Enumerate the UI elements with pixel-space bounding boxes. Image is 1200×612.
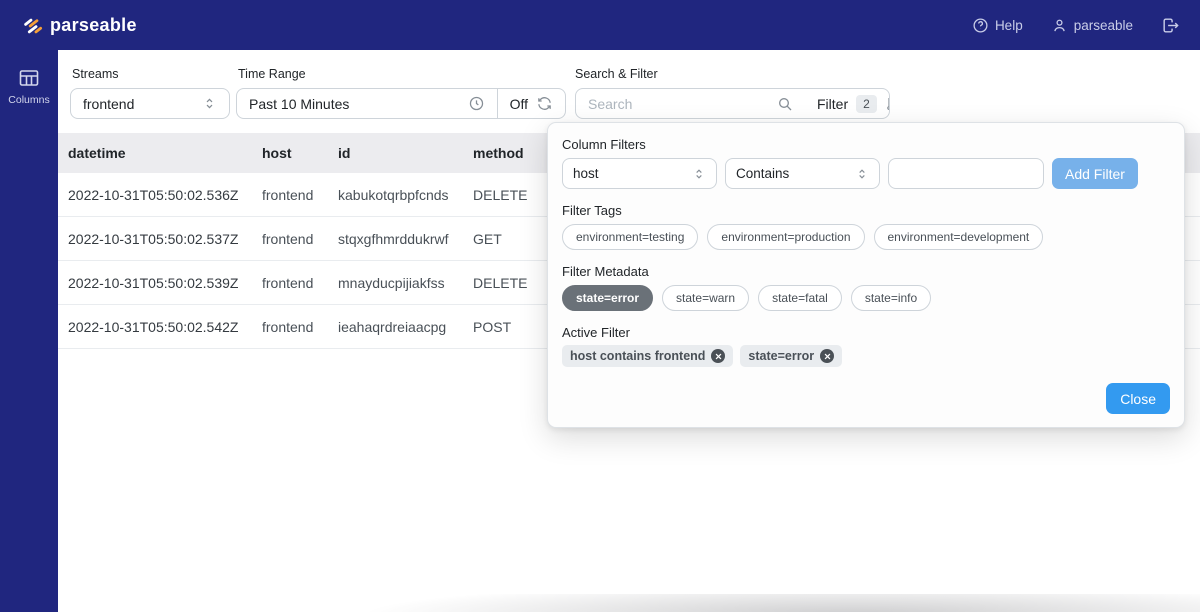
cell-id: ieahaqrdreiaacpg [338,319,473,335]
search-filter-control: Filter 2 [575,88,890,119]
cell-datetime: 2022-10-31T05:50:02.537Z [68,231,262,247]
col-header-id[interactable]: id [338,145,473,161]
metadata-pill[interactable]: state=fatal [758,285,842,311]
cell-host: frontend [262,231,338,247]
search-input[interactable] [588,89,769,118]
filter-metadata-row: state=error state=warn state=fatal state… [562,285,1170,311]
logout-button[interactable] [1161,16,1180,35]
filter-operator-value: Contains [736,166,789,181]
chevron-updown-icon [202,96,217,111]
metadata-pill[interactable]: state=info [851,285,931,311]
search-icon [777,96,793,112]
tag-pill[interactable]: environment=testing [562,224,698,250]
metadata-pill-selected[interactable]: state=error [562,285,653,311]
filter-count-badge: 2 [856,95,877,113]
streams-label: Streams [72,67,119,81]
app-window: parseable Help [0,0,1200,612]
filter-metadata-label: Filter Metadata [562,264,1170,279]
help-label: Help [995,18,1023,33]
user-icon [1051,17,1068,34]
help-button[interactable]: Help [972,17,1023,34]
time-range-label: Time Range [238,67,306,81]
columns-icon [17,66,41,90]
tag-pill[interactable]: environment=development [874,224,1044,250]
refresh-icon [536,95,553,112]
remove-filter-icon[interactable] [820,349,834,363]
cell-host: frontend [262,319,338,335]
col-header-datetime[interactable]: datetime [68,145,262,161]
cell-id: stqxgfhmrddukrwf [338,231,473,247]
cell-host: frontend [262,187,338,203]
remove-filter-icon[interactable] [711,349,725,363]
column-filter-builder: host Contains Add Fi [562,158,1170,189]
search-filter-label: Search & Filter [575,67,658,81]
active-filter-label: Active Filter [562,325,1170,340]
chevron-updown-icon [855,167,869,181]
navbar-actions: Help parseable [972,16,1180,35]
chevron-updown-icon [692,167,706,181]
filter-column-value: host [573,166,599,181]
col-header-host[interactable]: host [262,145,338,161]
filter-operator-select[interactable]: Contains [725,158,880,189]
filter-tags-row: environment=testing environment=producti… [562,224,1170,250]
active-filter-text: host contains frontend [570,349,705,363]
top-navbar: parseable Help [0,0,1200,50]
refresh-state-label: Off [510,96,528,112]
active-filter-text: state=error [748,349,814,363]
column-filters-label: Column Filters [562,137,1170,152]
cell-host: frontend [262,275,338,291]
main-content: Streams frontend Time Range Past 10 Minu… [58,50,1200,612]
time-range-control: Past 10 Minutes Off [236,88,566,119]
metadata-pill[interactable]: state=warn [662,285,749,311]
cell-id: mnayducpijiakfss [338,275,473,291]
filter-tags-label: Filter Tags [562,203,1170,218]
filter-button[interactable]: Filter 2 [805,89,890,118]
username-label: parseable [1074,18,1133,33]
parseable-logo-icon [22,15,43,36]
logout-icon [1161,16,1180,35]
stream-select-value: frontend [83,96,134,112]
brand-name: parseable [50,15,137,36]
cell-datetime: 2022-10-31T05:50:02.542Z [68,319,262,335]
bottom-shadow [288,594,1200,612]
brand-logo[interactable]: parseable [22,15,137,36]
time-range-value: Past 10 Minutes [249,96,349,112]
close-button[interactable]: Close [1106,383,1170,414]
cell-datetime: 2022-10-31T05:50:02.536Z [68,187,262,203]
clock-icon [468,95,485,112]
add-filter-button[interactable]: Add Filter [1052,158,1138,189]
filter-popover: Column Filters host Contains [547,122,1185,428]
user-menu[interactable]: parseable [1051,17,1133,34]
filter-value-input[interactable] [888,158,1044,189]
sliders-icon [885,96,890,112]
sidebar: Columns [0,50,58,612]
sidebar-item-columns[interactable]: Columns [0,50,58,116]
filter-column-select[interactable]: host [562,158,717,189]
help-icon [972,17,989,34]
active-filters-row: host contains frontend state=error [562,345,1170,367]
cell-datetime: 2022-10-31T05:50:02.539Z [68,275,262,291]
sidebar-item-label: Columns [8,94,49,106]
active-filter-chip: state=error [740,345,842,367]
tag-pill[interactable]: environment=production [707,224,864,250]
active-filter-chip: host contains frontend [562,345,733,367]
filter-button-label: Filter [817,96,848,112]
auto-refresh-toggle[interactable]: Off [498,89,565,118]
stream-select[interactable]: frontend [70,88,230,119]
cell-id: kabukotqrbpfcnds [338,187,473,203]
time-range-picker[interactable]: Past 10 Minutes [237,89,497,118]
